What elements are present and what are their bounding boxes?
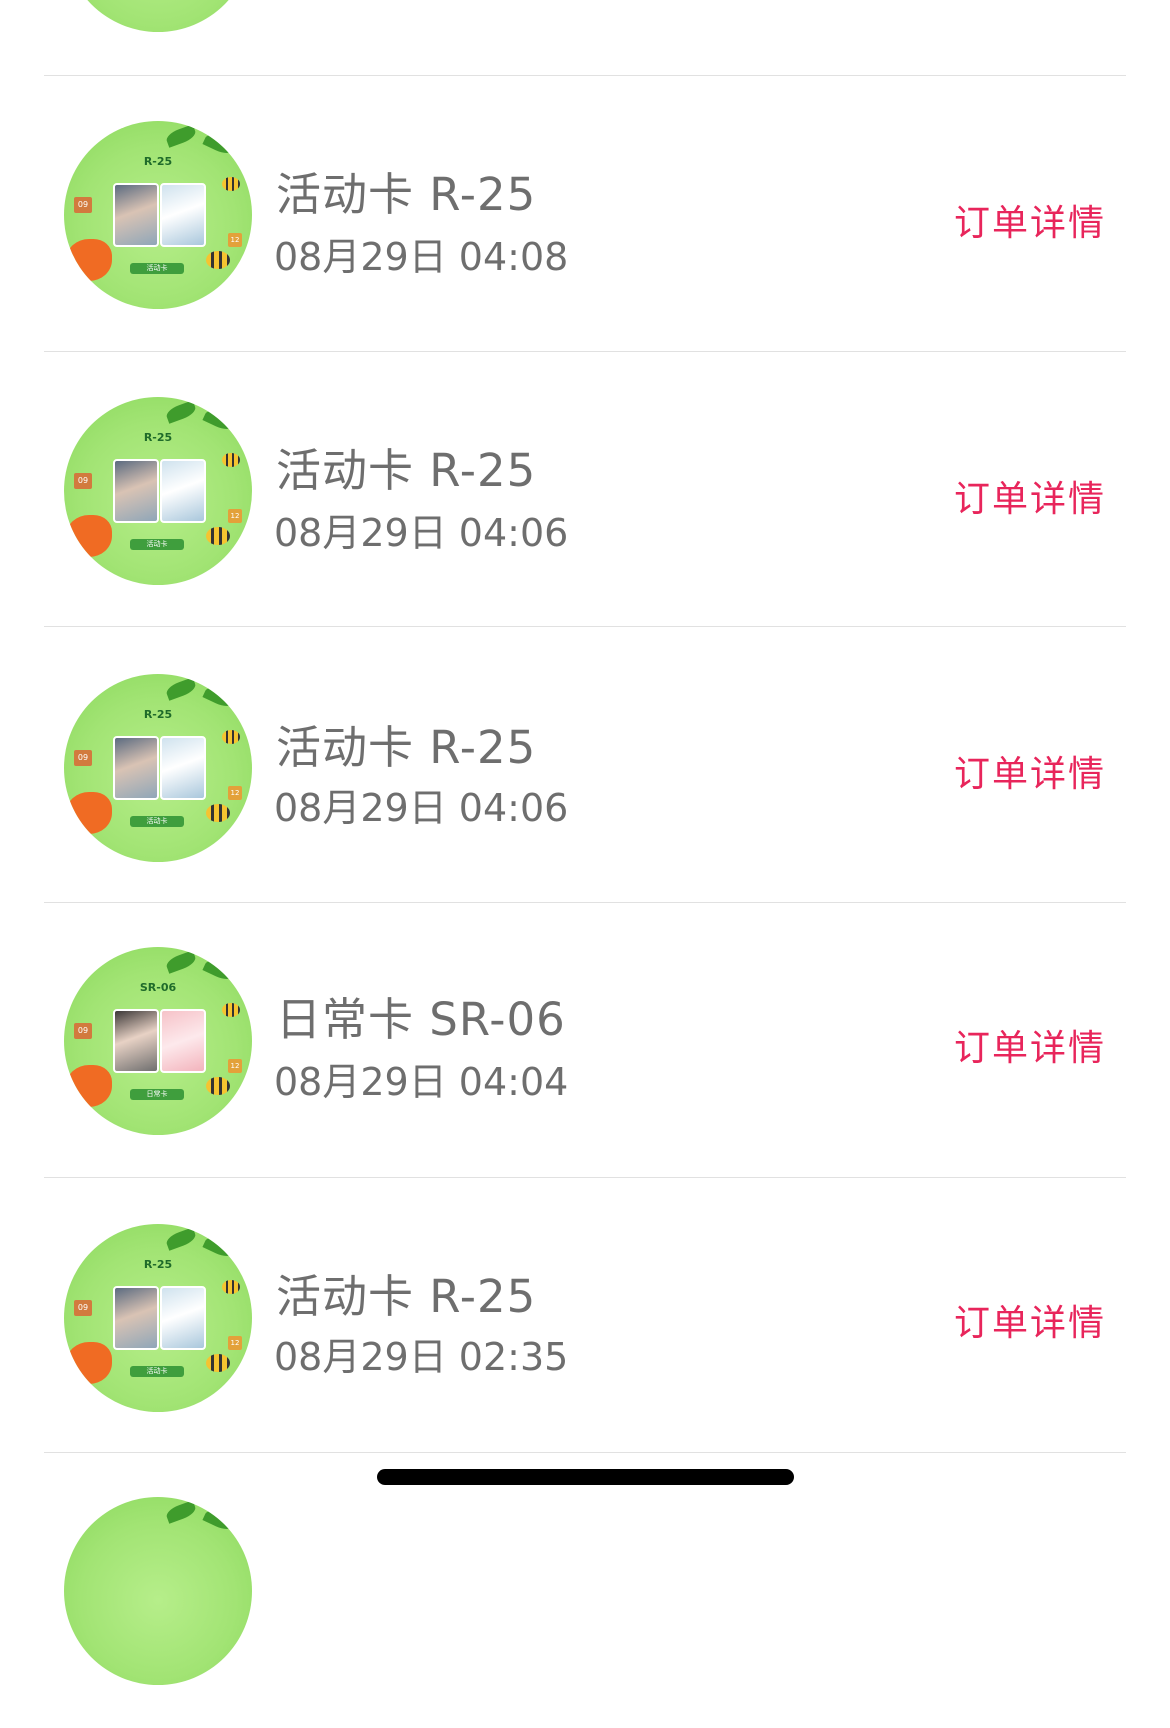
bee-icon [206, 1077, 230, 1095]
card-photo [113, 1009, 159, 1073]
bee-icon [206, 251, 230, 269]
bee-icon [222, 177, 240, 191]
card-thumbnail: R-25 09 12 活动卡 [64, 397, 252, 585]
card-photo-back [160, 183, 206, 247]
card-photo-back [160, 736, 206, 800]
order-detail-link[interactable]: 订单详情 [954, 1019, 1106, 1071]
fox-icon [66, 1065, 112, 1107]
card-code: R-25 [143, 1258, 173, 1271]
order-time: 08月29日 04:04 [274, 1060, 569, 1104]
card-code: SR-06 [139, 981, 177, 994]
order-row-partial-top[interactable]: 活动卡 [44, 0, 1126, 76]
order-detail-link[interactable]: 订单详情 [954, 470, 1106, 522]
order-row[interactable]: SR-06 09 12 日常卡 日常卡 SR-06 08月29日 04:04 订… [44, 902, 1126, 1178]
order-list: 活动卡 R-25 09 12 活动卡 活动卡 R-25 08月29日 04:08… [0, 0, 1170, 1685]
card-thumbnail: 活动卡 [64, 0, 252, 32]
fox-icon [66, 239, 112, 281]
order-row[interactable]: R-25 09 12 活动卡 活动卡 R-25 08月29日 04:06 订单详… [44, 626, 1126, 902]
order-title: 活动卡 R-25 [276, 168, 537, 221]
bee-icon [222, 1280, 240, 1294]
card-number-right: 12 [228, 1059, 242, 1073]
card-tag: 活动卡 [130, 816, 184, 827]
bee-icon [206, 527, 230, 545]
fox-icon [66, 1342, 112, 1384]
card-tag: 活动卡 [130, 539, 184, 550]
fox-icon [66, 515, 112, 557]
order-detail-link[interactable]: 订单详情 [954, 194, 1106, 246]
card-photo [113, 736, 159, 800]
home-indicator[interactable] [377, 1469, 794, 1485]
card-photo-back [160, 1009, 206, 1073]
card-code: R-25 [143, 155, 173, 168]
card-tag: 活动卡 [130, 263, 184, 274]
order-detail-link[interactable]: 订单详情 [954, 745, 1106, 797]
order-title: 日常卡 SR-06 [276, 993, 566, 1046]
order-title: 活动卡 R-25 [276, 444, 537, 497]
card-thumbnail: R-25 09 12 活动卡 [64, 1224, 252, 1412]
order-time: 08月29日 04:06 [274, 786, 569, 830]
card-number-right: 12 [228, 233, 242, 247]
card-thumbnail: R-25 09 12 活动卡 [64, 674, 252, 862]
card-code: R-25 [143, 431, 173, 444]
card-number-right: 12 [228, 1336, 242, 1350]
card-code: R-25 [143, 708, 173, 721]
order-row[interactable]: R-25 09 12 活动卡 活动卡 R-25 08月29日 04:08 订单详… [44, 75, 1126, 351]
bee-icon [222, 730, 240, 744]
order-title: 活动卡 R-25 [276, 1270, 537, 1323]
card-photo [113, 183, 159, 247]
card-number-left: 09 [74, 197, 92, 213]
card-number-left: 09 [74, 1023, 92, 1039]
card-number-right: 12 [228, 509, 242, 523]
bee-icon [222, 453, 240, 467]
bee-icon [222, 1003, 240, 1017]
order-row[interactable]: R-25 09 12 活动卡 活动卡 R-25 08月29日 04:06 订单详… [44, 351, 1126, 627]
card-number-left: 09 [74, 473, 92, 489]
card-tag: 活动卡 [130, 1366, 184, 1377]
order-row[interactable]: R-25 09 12 活动卡 活动卡 R-25 08月29日 02:35 订单详… [44, 1177, 1126, 1453]
order-time: 08月29日 04:06 [274, 511, 569, 555]
order-detail-link[interactable]: 订单详情 [954, 1294, 1106, 1346]
order-title: 活动卡 R-25 [276, 721, 537, 774]
card-number-right: 12 [228, 786, 242, 800]
order-row-partial-bottom[interactable] [44, 1452, 1126, 1728]
card-number-left: 09 [74, 1300, 92, 1316]
card-thumbnail: SR-06 09 12 日常卡 [64, 947, 252, 1135]
card-photo-back [160, 1286, 206, 1350]
fox-icon [66, 792, 112, 834]
card-photo-back [160, 459, 206, 523]
card-photo [113, 459, 159, 523]
card-tag: 日常卡 [130, 1089, 184, 1100]
card-number-left: 09 [74, 750, 92, 766]
bee-icon [206, 1354, 230, 1372]
card-thumbnail [64, 1497, 252, 1685]
order-time: 08月29日 04:08 [274, 235, 569, 279]
bee-icon [206, 804, 230, 822]
card-thumbnail: R-25 09 12 活动卡 [64, 121, 252, 309]
card-photo [113, 1286, 159, 1350]
order-time: 08月29日 02:35 [274, 1335, 569, 1379]
